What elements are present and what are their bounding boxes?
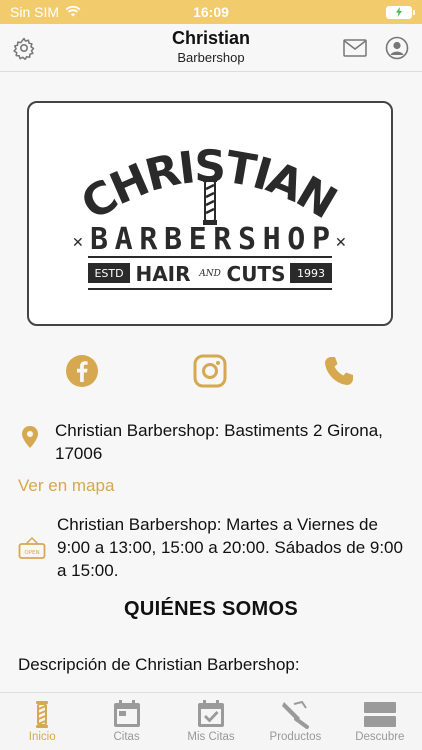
logo-and: AND	[198, 269, 221, 279]
tab-citas[interactable]: Citas	[84, 693, 168, 750]
tab-label: Citas	[113, 731, 140, 743]
discover-icon	[363, 702, 396, 727]
view-map-link[interactable]: Ver en mapa	[18, 476, 114, 496]
user-profile-icon[interactable]	[383, 34, 411, 62]
opening-hours-text: Christian Barbershop: Martes a Viernes d…	[57, 515, 403, 580]
logo-hair: HAIR	[135, 262, 190, 286]
battery-icon	[386, 5, 415, 19]
calendar-icon	[113, 700, 140, 727]
status-bar: Sin SIM 16:09	[0, 0, 422, 24]
tab-productos[interactable]: Productos	[253, 693, 337, 750]
barber-pole-emblem	[203, 176, 217, 225]
address-text: Christian Barbershop: Bastiments 2 Giron…	[55, 421, 383, 463]
tab-descubre[interactable]: Descubre	[338, 693, 422, 750]
tab-bar: Inicio Citas Mis Citas Productos Descubr…	[0, 692, 422, 750]
razor-icon	[282, 700, 310, 729]
tab-label: Inicio	[28, 731, 56, 743]
about-heading: QUIÉNES SOMOS	[124, 598, 298, 620]
tab-label: Mis Citas	[187, 731, 235, 743]
phone-icon[interactable]	[321, 353, 357, 389]
logo-estd: ESTD	[94, 267, 123, 280]
svg-text:✕: ✕	[335, 235, 347, 251]
open-sign-label: OPEN	[24, 550, 39, 556]
barber-pole-icon	[36, 701, 49, 728]
navigation-bar: Christian Barbershop	[0, 24, 422, 72]
calendar-check-icon	[198, 700, 225, 727]
logo-cuts: CUTS	[227, 262, 286, 286]
tab-label: Productos	[269, 731, 322, 743]
about-description: Descripción de Christian Barbershop:	[18, 655, 300, 674]
barbershop-logo: CHRISTIAN ✕ BARBERSHOP ✕ ESTD HAIR AND C…	[27, 101, 393, 326]
mail-icon[interactable]	[341, 34, 369, 62]
carrier-label: Sin SIM	[10, 4, 60, 20]
location-pin-icon	[20, 425, 40, 454]
facebook-icon[interactable]	[64, 353, 100, 389]
svg-text:✕: ✕	[72, 235, 84, 251]
logo-year: 1993	[297, 267, 325, 280]
tab-inicio[interactable]: Inicio	[0, 693, 84, 750]
tab-label: Descubre	[355, 731, 405, 743]
open-sign-icon: OPEN	[18, 536, 46, 565]
logo-subtitle: BARBERSHOP	[90, 222, 330, 257]
wifi-icon	[65, 4, 81, 20]
instagram-icon[interactable]	[192, 353, 228, 389]
tab-mis-citas[interactable]: Mis Citas	[169, 693, 253, 750]
